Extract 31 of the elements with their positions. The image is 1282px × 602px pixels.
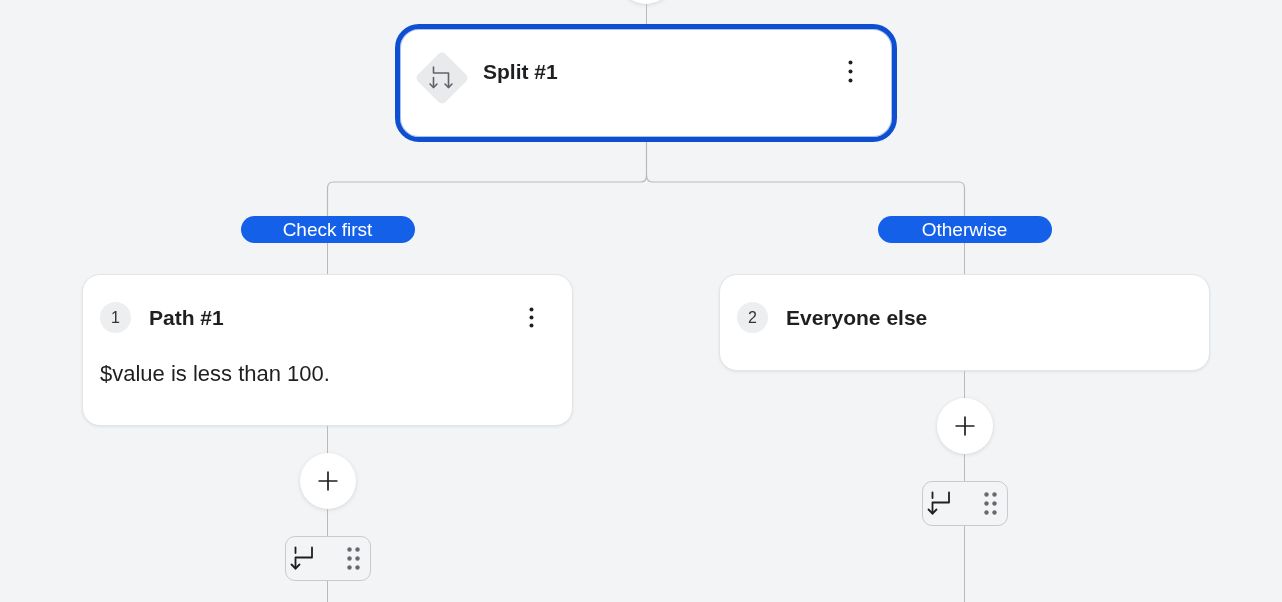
branch-tag: Otherwise (877, 216, 1052, 243)
path-card[interactable]: 1 Path #1 $value is less than 100. (82, 274, 573, 426)
connector-line (327, 243, 328, 274)
branch-end-node[interactable] (284, 536, 371, 581)
connector-line (327, 581, 328, 602)
split-card[interactable]: Split #1 (395, 24, 897, 142)
branch-tag: Check first (240, 216, 415, 243)
drag-handle-icon[interactable] (983, 492, 997, 515)
path-title: Path #1 (149, 305, 225, 330)
corner-arrow-icon (289, 546, 315, 571)
add-step-button[interactable] (936, 398, 993, 454)
plus-icon (954, 416, 975, 436)
corner-arrow-icon (926, 491, 952, 516)
number-badge: 2 (737, 302, 768, 333)
connector-line (327, 426, 328, 453)
connector-line (964, 454, 965, 481)
connector-line (645, 4, 647, 24)
add-step-button[interactable] (299, 453, 356, 509)
more-options-icon[interactable] (529, 307, 534, 328)
path-card[interactable]: 2 Everyone else (719, 274, 1210, 371)
branch-end-node[interactable] (921, 481, 1008, 526)
path-title: Everyone else (786, 305, 929, 330)
condition-text: $value is less than 100. (100, 360, 331, 388)
drag-handle-icon[interactable] (346, 547, 360, 570)
number-badge: 1 (100, 302, 131, 333)
connector-line (964, 371, 965, 398)
connector-line (327, 509, 328, 536)
connector-line (964, 243, 965, 274)
more-options-icon[interactable] (848, 60, 853, 83)
split-title: Split #1 (483, 60, 559, 84)
plus-icon (317, 471, 338, 491)
